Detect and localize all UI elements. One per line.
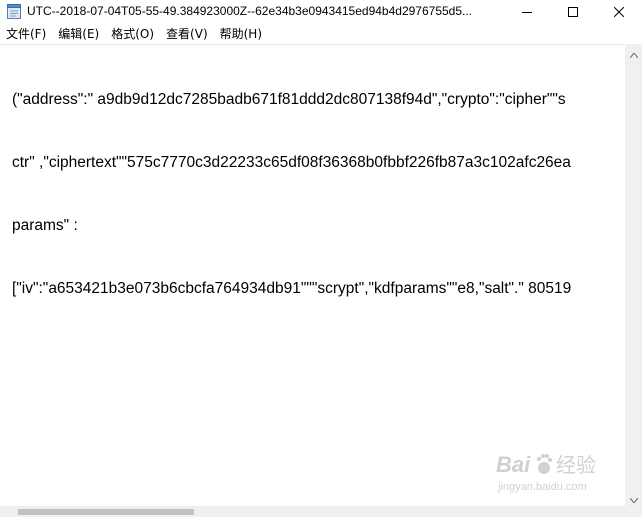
notepad-app-icon (7, 3, 21, 19)
editor-line: params" : (12, 217, 78, 234)
chevron-down-icon (629, 488, 638, 507)
minimize-icon (522, 2, 532, 21)
chevron-up-icon (629, 43, 638, 62)
horizontal-scrollbar[interactable] (0, 506, 625, 517)
menu-file[interactable]: 文件(F) (0, 24, 52, 44)
menu-bar: 文件(F) 编辑(E) 格式(O) 查看(V) 帮助(H) (0, 24, 642, 44)
menu-help[interactable]: 帮助(H) (214, 24, 268, 44)
window-controls (504, 0, 642, 22)
editor-line: ctr" ,"ciphertext""575c7770c3d22233c65df… (12, 154, 571, 171)
paw-icon (537, 454, 552, 474)
watermark-brand: Bai (496, 452, 531, 477)
close-button[interactable] (596, 0, 642, 22)
title-bar: UTC--2018-07-04T05-55-49.384923000Z--62e… (0, 0, 642, 22)
horizontal-scroll-thumb[interactable] (18, 509, 194, 515)
minimize-button[interactable] (504, 0, 550, 22)
editor-line: ("address":" a9db9d12dc7285badb671f81ddd… (12, 91, 566, 108)
maximize-icon (568, 2, 578, 21)
close-icon (613, 2, 625, 21)
scroll-down-button[interactable] (625, 489, 642, 506)
window-title: UTC--2018-07-04T05-55-49.384923000Z--62e… (27, 4, 473, 18)
scrollbar-corner (625, 506, 642, 517)
maximize-button[interactable] (550, 0, 596, 22)
editor-content: ("address":" a9db9d12dc7285badb671f81ddd… (0, 47, 625, 341)
watermark-brand-suffix: 经验 (556, 453, 596, 477)
vertical-scrollbar[interactable] (625, 44, 642, 506)
menu-edit[interactable]: 编辑(E) (52, 24, 105, 44)
editor-line: ["iv":"a653421b3e073b6cbcfa764934db91"""… (12, 280, 572, 297)
menu-format[interactable]: 格式(O) (105, 24, 160, 44)
menu-view[interactable]: 查看(V) (160, 24, 214, 44)
scroll-up-button[interactable] (625, 44, 642, 61)
baidu-jingyan-watermark: Bai 经验 jingyan.baidu.com (494, 446, 614, 496)
watermark-url: jingyan.baidu.com (497, 481, 587, 493)
text-editor[interactable]: ("address":" a9db9d12dc7285badb671f81ddd… (0, 44, 625, 507)
notepad-window: UTC--2018-07-04T05-55-49.384923000Z--62e… (0, 0, 642, 517)
